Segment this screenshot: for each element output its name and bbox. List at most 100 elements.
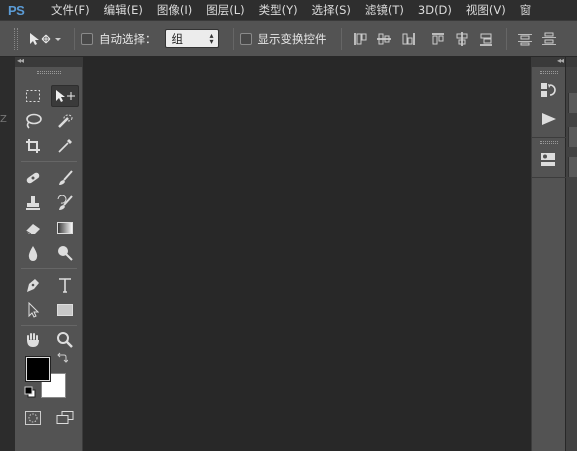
left-edge-fragment: Z <box>0 114 7 125</box>
align-top-icon <box>353 32 366 45</box>
move-tool[interactable] <box>51 85 79 107</box>
hand-tool[interactable] <box>19 329 47 351</box>
eyedropper-icon <box>58 139 72 153</box>
menu-file[interactable]: 文件(F) <box>44 0 97 20</box>
foreground-color-swatch[interactable] <box>26 357 50 381</box>
rectangle-shape-tool[interactable] <box>51 299 79 321</box>
distribute-buttons <box>513 31 561 47</box>
app-logo: PS <box>8 2 25 18</box>
distribute-top-button[interactable] <box>517 31 533 47</box>
panel-fragment <box>568 157 577 177</box>
align-hcenter-icon <box>456 31 467 46</box>
align-top-button[interactable] <box>352 31 368 47</box>
align-bottom-button[interactable] <box>400 31 416 47</box>
blur-tool[interactable] <box>19 242 47 264</box>
type-icon <box>59 278 71 293</box>
toolbox-header[interactable]: ◂◂ <box>15 56 83 67</box>
right-panel-tab[interactable] <box>566 57 577 67</box>
show-transform-label: 显示变换控件 <box>257 31 327 46</box>
zoom-tool[interactable] <box>51 329 79 351</box>
menu-edit[interactable]: 编辑(E) <box>97 0 150 20</box>
brush-tool[interactable] <box>51 167 79 189</box>
right-dock-header[interactable]: ◂◂ <box>531 56 565 67</box>
toolbox-divider <box>21 325 77 326</box>
align-hcenter-button[interactable] <box>454 31 470 47</box>
panel-fragment <box>568 127 577 147</box>
document-canvas-area[interactable] <box>86 57 529 451</box>
screen-mode-button[interactable] <box>51 407 79 429</box>
quick-mask-icon <box>25 411 41 425</box>
toolbox-grip[interactable] <box>37 71 61 74</box>
updown-arrows-icon: ▴ ▾ <box>209 30 214 46</box>
path-select-icon <box>28 302 39 318</box>
history-panel-button[interactable] <box>539 81 559 101</box>
crop-icon <box>26 139 40 153</box>
properties-icon <box>541 153 555 166</box>
toolbox <box>15 67 83 451</box>
tool-preset-picker[interactable] <box>28 28 68 50</box>
quick-select-icon <box>58 114 73 128</box>
quick-mask-button[interactable] <box>19 407 47 429</box>
auto-select-label: 自动选择： <box>99 31 157 46</box>
brush-icon <box>59 170 73 185</box>
distribute-vcenter-icon <box>541 32 556 45</box>
align-vcenter-button[interactable] <box>376 31 392 47</box>
align-right-button[interactable] <box>478 31 494 47</box>
dodge-tool[interactable] <box>51 242 79 264</box>
menu-filter[interactable]: 滤镜(T) <box>358 0 411 20</box>
auto-select-dropdown[interactable]: 组 ▴ ▾ <box>164 29 219 48</box>
menu-layer[interactable]: 图层(L) <box>199 0 251 20</box>
auto-select-value: 组 <box>171 31 184 46</box>
history-brush-tool[interactable] <box>51 192 79 214</box>
dodge-icon <box>58 246 73 261</box>
right-dock <box>531 67 566 451</box>
menu-view[interactable]: 视图(V) <box>459 0 513 20</box>
history-brush-icon <box>57 195 73 210</box>
dock-divider <box>532 137 566 138</box>
auto-select-checkbox[interactable] <box>81 32 93 45</box>
eraser-tool[interactable] <box>19 217 47 239</box>
default-colors-icon <box>24 386 36 398</box>
toolbox-divider <box>21 161 77 162</box>
actions-panel-button[interactable] <box>539 109 559 129</box>
options-bar-grip[interactable] <box>14 27 18 50</box>
lasso-tool[interactable] <box>19 110 47 132</box>
gradient-tool[interactable] <box>51 217 79 239</box>
eyedropper-tool[interactable] <box>51 135 79 157</box>
menu-image[interactable]: 图像(I) <box>150 0 199 20</box>
default-colors-button[interactable] <box>23 385 37 399</box>
path-select-tool[interactable] <box>19 299 47 321</box>
dock-divider <box>532 177 566 178</box>
menu-3d[interactable]: 3D(D) <box>411 0 459 20</box>
move-icon <box>56 90 75 102</box>
align-bottom-icon <box>402 32 415 45</box>
menu-bar: PS 文件(F) 编辑(E) 图像(I) 图层(L) 类型(Y) 选择(S) 滤… <box>0 0 577 20</box>
distribute-vcenter-button[interactable] <box>541 31 557 47</box>
crop-tool[interactable] <box>19 135 47 157</box>
swap-colors-button[interactable] <box>55 351 69 365</box>
quick-select-tool[interactable] <box>51 110 79 132</box>
show-transform-checkbox[interactable] <box>239 32 252 45</box>
menu-type[interactable]: 类型(Y) <box>252 0 305 20</box>
right-panel-partial <box>566 57 577 451</box>
clone-stamp-tool[interactable] <box>19 192 47 214</box>
rect-marquee-tool[interactable] <box>19 85 47 107</box>
healing-brush-tool[interactable] <box>19 167 47 189</box>
menu-select[interactable]: 选择(S) <box>305 0 358 20</box>
actions-play-icon <box>542 113 556 125</box>
divider <box>74 27 75 50</box>
history-icon <box>541 83 556 97</box>
dock-grip[interactable] <box>540 71 558 74</box>
pen-icon <box>27 279 39 292</box>
properties-panel-button[interactable] <box>539 149 559 169</box>
clone-stamp-icon <box>26 196 40 210</box>
type-tool[interactable] <box>51 274 79 296</box>
align-left-button[interactable] <box>430 31 446 47</box>
menu-window[interactable]: 窗 <box>513 0 539 20</box>
toolbox-divider <box>21 268 77 269</box>
align-left-icon <box>431 32 444 44</box>
distribute-top-icon <box>517 33 532 45</box>
pen-tool[interactable] <box>19 274 47 296</box>
align-buttons <box>348 31 498 47</box>
dock-grip[interactable] <box>540 141 558 144</box>
